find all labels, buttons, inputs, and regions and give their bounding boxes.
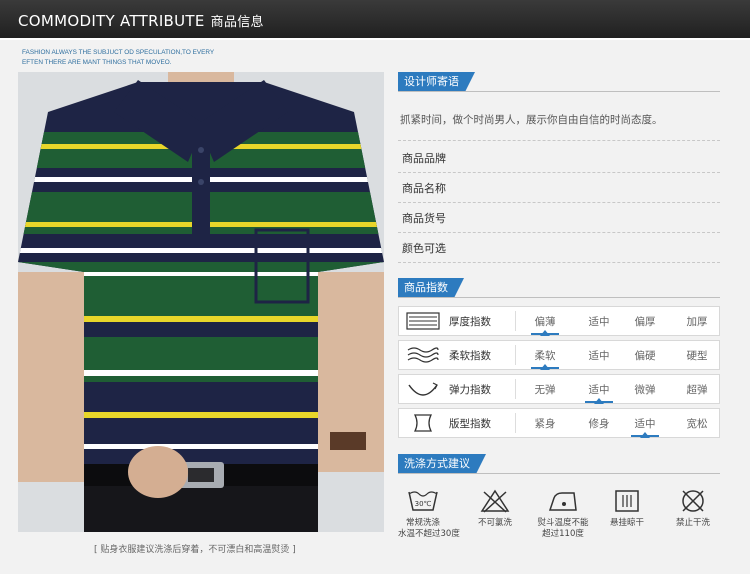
- wash-label-line1: 悬挂晾干: [609, 518, 644, 528]
- tab-index-rule: [398, 297, 720, 298]
- index-option: 紧身: [534, 418, 556, 430]
- index-option: 加厚: [686, 316, 708, 328]
- thickness-icon: [405, 311, 441, 331]
- polo-shirt-illustration: [18, 72, 384, 532]
- divider: [398, 140, 720, 141]
- index-label: 版型指数: [449, 418, 491, 430]
- no-bleach-icon: [480, 489, 510, 513]
- wash-item-no-bleach: 不可氯洗: [470, 488, 520, 529]
- index-option: 微弹: [634, 384, 656, 396]
- no-dryclean-icon: [682, 490, 704, 512]
- wash-label-line2: 超过110度: [542, 529, 584, 539]
- index-option-selected: 适中: [588, 384, 610, 396]
- tab-index: 商品指数: [398, 278, 454, 298]
- softness-icon: [405, 345, 441, 365]
- wash-item-iron: 熨斗温度不能 超过110度: [528, 488, 598, 540]
- index-option-selected: 适中: [634, 418, 656, 430]
- index-option: 偏硬: [634, 350, 656, 362]
- divider: [398, 262, 720, 263]
- tab-designer-rule: [398, 91, 720, 92]
- divider: [398, 202, 720, 203]
- iron-icon: [548, 492, 577, 511]
- tab-wash-rule: [398, 473, 720, 474]
- index-option: 偏厚: [634, 316, 656, 328]
- wash-label-line2: 水温不超过30度: [398, 529, 460, 539]
- header-stripe: [0, 38, 750, 40]
- index-separator: [515, 345, 516, 365]
- index-separator: [515, 379, 516, 399]
- tagline: FASHION ALWAYS THE SUBJUCT OD SPECULATIO…: [22, 48, 262, 68]
- index-option-selected: 偏薄: [534, 316, 556, 328]
- wash-item-normal: 30℃ 常规洗涤 水温不超过30度: [398, 488, 460, 540]
- header-title: COMMODITY ATTRIBUTE 商品信息: [18, 11, 264, 30]
- fit-icon: [405, 413, 441, 433]
- header-bar: COMMODITY ATTRIBUTE 商品信息: [0, 0, 750, 40]
- index-separator: [515, 413, 516, 433]
- attr-sku: 商品货号: [402, 212, 446, 225]
- index-selected-marker: [540, 364, 550, 370]
- index-option-selected: 柔软: [534, 350, 556, 362]
- tab-wash: 洗涤方式建议: [398, 454, 476, 474]
- divider: [398, 172, 720, 173]
- attr-brand: 商品品牌: [402, 152, 446, 165]
- wash-30-icon: 30℃: [408, 491, 438, 511]
- index-selected-marker: [594, 398, 604, 404]
- index-label: 弹力指数: [449, 384, 491, 396]
- index-option: 超弹: [686, 384, 708, 396]
- index-option: 硬型: [686, 350, 708, 362]
- wash-label-line1: 熨斗温度不能: [537, 518, 589, 528]
- divider: [398, 232, 720, 233]
- product-photo: [18, 72, 384, 532]
- index-selected-marker: [540, 330, 550, 336]
- index-label: 柔软指数: [449, 350, 491, 362]
- wash-label-line1: 不可氯洗: [477, 518, 512, 528]
- attr-colors: 颜色可选: [402, 242, 446, 255]
- wash-30-symbol: 30℃: [415, 500, 432, 508]
- tagline-line-2: EFTEN THERE ARE MANT THINGS THAT MOVEO.: [22, 59, 172, 66]
- tab-designer: 设计师寄语: [398, 72, 465, 92]
- header-title-cn: 商品信息: [210, 15, 264, 30]
- wash-label-line1: 禁止干洗: [675, 518, 710, 528]
- index-row-2: 弹力指数 无弹 适中 微弹 超弹: [398, 374, 720, 404]
- elasticity-icon: [405, 379, 441, 399]
- index-row-3: 版型指数 紧身 修身 适中 宽松: [398, 408, 720, 438]
- index-option: 适中: [588, 316, 610, 328]
- photo-caption: [ 贴身衣服建议洗涤后穿着，不可漂白和高温熨烫 ]: [94, 545, 296, 555]
- index-option: 适中: [588, 350, 610, 362]
- index-row-1: 柔软指数 柔软 适中 偏硬 硬型: [398, 340, 720, 370]
- wash-label-line1: 常规洗涤: [405, 518, 440, 528]
- index-option: 无弹: [534, 384, 556, 396]
- index-separator: [515, 311, 516, 331]
- index-label: 厚度指数: [449, 316, 491, 328]
- index-option: 修身: [588, 418, 610, 430]
- designer-text: 抓紧时间，做个时尚男人，展示你自由自信的时尚态度。: [400, 114, 663, 126]
- index-row-0: 厚度指数 偏薄 适中 偏厚 加厚: [398, 306, 720, 336]
- tagline-line-1: FASHION ALWAYS THE SUBJUCT OD SPECULATIO…: [22, 49, 215, 56]
- wash-item-hang-dry: 悬挂晾干: [602, 488, 652, 529]
- attr-name: 商品名称: [402, 182, 446, 195]
- index-option: 宽松: [686, 418, 708, 430]
- wash-item-no-dryclean: 禁止干洗: [666, 488, 720, 529]
- header-title-en: COMMODITY ATTRIBUTE: [18, 12, 205, 30]
- hang-dry-icon: [615, 490, 639, 512]
- index-selected-marker: [640, 432, 650, 438]
